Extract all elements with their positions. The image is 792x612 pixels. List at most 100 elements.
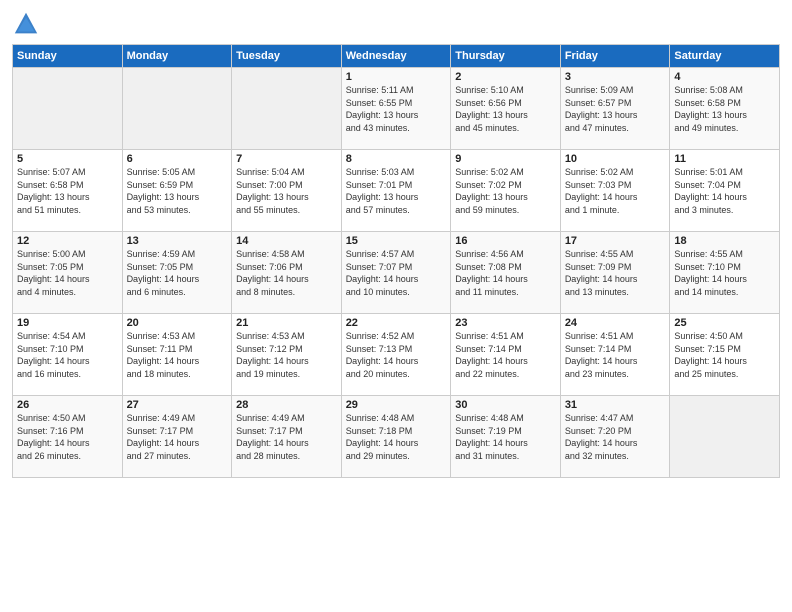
day-number: 3 xyxy=(565,71,666,83)
weekday-header-friday: Friday xyxy=(560,45,670,68)
day-number: 13 xyxy=(127,235,228,247)
day-info: Sunrise: 4:52 AM Sunset: 7:13 PM Dayligh… xyxy=(346,330,447,380)
day-info: Sunrise: 4:59 AM Sunset: 7:05 PM Dayligh… xyxy=(127,248,228,298)
day-number: 25 xyxy=(674,317,775,329)
logo xyxy=(12,10,44,38)
weekday-header-wednesday: Wednesday xyxy=(341,45,451,68)
day-number: 27 xyxy=(127,399,228,411)
calendar-cell: 23Sunrise: 4:51 AM Sunset: 7:14 PM Dayli… xyxy=(451,314,561,396)
calendar-body: 1Sunrise: 5:11 AM Sunset: 6:55 PM Daylig… xyxy=(13,68,780,478)
calendar-cell: 8Sunrise: 5:03 AM Sunset: 7:01 PM Daylig… xyxy=(341,150,451,232)
calendar-cell xyxy=(232,68,342,150)
calendar-cell: 22Sunrise: 4:52 AM Sunset: 7:13 PM Dayli… xyxy=(341,314,451,396)
calendar-cell: 4Sunrise: 5:08 AM Sunset: 6:58 PM Daylig… xyxy=(670,68,780,150)
day-number: 11 xyxy=(674,153,775,165)
day-info: Sunrise: 5:09 AM Sunset: 6:57 PM Dayligh… xyxy=(565,84,666,134)
day-number: 19 xyxy=(17,317,118,329)
day-number: 24 xyxy=(565,317,666,329)
day-info: Sunrise: 4:50 AM Sunset: 7:15 PM Dayligh… xyxy=(674,330,775,380)
calendar-cell: 6Sunrise: 5:05 AM Sunset: 6:59 PM Daylig… xyxy=(122,150,232,232)
week-row-3: 19Sunrise: 4:54 AM Sunset: 7:10 PM Dayli… xyxy=(13,314,780,396)
day-number: 30 xyxy=(455,399,556,411)
header xyxy=(12,10,780,38)
day-number: 16 xyxy=(455,235,556,247)
day-info: Sunrise: 5:07 AM Sunset: 6:58 PM Dayligh… xyxy=(17,166,118,216)
day-number: 6 xyxy=(127,153,228,165)
calendar-cell: 19Sunrise: 4:54 AM Sunset: 7:10 PM Dayli… xyxy=(13,314,123,396)
day-info: Sunrise: 4:51 AM Sunset: 7:14 PM Dayligh… xyxy=(565,330,666,380)
calendar-cell: 11Sunrise: 5:01 AM Sunset: 7:04 PM Dayli… xyxy=(670,150,780,232)
day-number: 15 xyxy=(346,235,447,247)
calendar-cell: 16Sunrise: 4:56 AM Sunset: 7:08 PM Dayli… xyxy=(451,232,561,314)
day-number: 12 xyxy=(17,235,118,247)
calendar-cell: 9Sunrise: 5:02 AM Sunset: 7:02 PM Daylig… xyxy=(451,150,561,232)
day-info: Sunrise: 4:48 AM Sunset: 7:19 PM Dayligh… xyxy=(455,412,556,462)
day-number: 29 xyxy=(346,399,447,411)
week-row-4: 26Sunrise: 4:50 AM Sunset: 7:16 PM Dayli… xyxy=(13,396,780,478)
day-number: 2 xyxy=(455,71,556,83)
calendar-cell: 21Sunrise: 4:53 AM Sunset: 7:12 PM Dayli… xyxy=(232,314,342,396)
calendar-cell: 28Sunrise: 4:49 AM Sunset: 7:17 PM Dayli… xyxy=(232,396,342,478)
calendar-cell: 18Sunrise: 4:55 AM Sunset: 7:10 PM Dayli… xyxy=(670,232,780,314)
calendar-header: SundayMondayTuesdayWednesdayThursdayFrid… xyxy=(13,45,780,68)
weekday-header-row: SundayMondayTuesdayWednesdayThursdayFrid… xyxy=(13,45,780,68)
weekday-header-tuesday: Tuesday xyxy=(232,45,342,68)
day-info: Sunrise: 4:49 AM Sunset: 7:17 PM Dayligh… xyxy=(127,412,228,462)
day-info: Sunrise: 4:57 AM Sunset: 7:07 PM Dayligh… xyxy=(346,248,447,298)
weekday-header-monday: Monday xyxy=(122,45,232,68)
day-info: Sunrise: 4:55 AM Sunset: 7:09 PM Dayligh… xyxy=(565,248,666,298)
calendar-cell: 5Sunrise: 5:07 AM Sunset: 6:58 PM Daylig… xyxy=(13,150,123,232)
day-number: 31 xyxy=(565,399,666,411)
day-info: Sunrise: 5:00 AM Sunset: 7:05 PM Dayligh… xyxy=(17,248,118,298)
day-number: 7 xyxy=(236,153,337,165)
calendar-cell: 2Sunrise: 5:10 AM Sunset: 6:56 PM Daylig… xyxy=(451,68,561,150)
calendar-cell: 3Sunrise: 5:09 AM Sunset: 6:57 PM Daylig… xyxy=(560,68,670,150)
day-info: Sunrise: 4:54 AM Sunset: 7:10 PM Dayligh… xyxy=(17,330,118,380)
weekday-header-saturday: Saturday xyxy=(670,45,780,68)
calendar-cell: 24Sunrise: 4:51 AM Sunset: 7:14 PM Dayli… xyxy=(560,314,670,396)
calendar-cell xyxy=(122,68,232,150)
day-info: Sunrise: 4:50 AM Sunset: 7:16 PM Dayligh… xyxy=(17,412,118,462)
calendar-cell: 12Sunrise: 5:00 AM Sunset: 7:05 PM Dayli… xyxy=(13,232,123,314)
day-info: Sunrise: 5:03 AM Sunset: 7:01 PM Dayligh… xyxy=(346,166,447,216)
weekday-header-thursday: Thursday xyxy=(451,45,561,68)
day-number: 17 xyxy=(565,235,666,247)
day-number: 4 xyxy=(674,71,775,83)
day-number: 28 xyxy=(236,399,337,411)
day-number: 9 xyxy=(455,153,556,165)
weekday-header-sunday: Sunday xyxy=(13,45,123,68)
week-row-1: 5Sunrise: 5:07 AM Sunset: 6:58 PM Daylig… xyxy=(13,150,780,232)
calendar-cell: 14Sunrise: 4:58 AM Sunset: 7:06 PM Dayli… xyxy=(232,232,342,314)
day-number: 22 xyxy=(346,317,447,329)
day-info: Sunrise: 5:02 AM Sunset: 7:02 PM Dayligh… xyxy=(455,166,556,216)
calendar-cell: 30Sunrise: 4:48 AM Sunset: 7:19 PM Dayli… xyxy=(451,396,561,478)
calendar-cell: 26Sunrise: 4:50 AM Sunset: 7:16 PM Dayli… xyxy=(13,396,123,478)
day-info: Sunrise: 4:53 AM Sunset: 7:12 PM Dayligh… xyxy=(236,330,337,380)
day-info: Sunrise: 4:56 AM Sunset: 7:08 PM Dayligh… xyxy=(455,248,556,298)
page-container: SundayMondayTuesdayWednesdayThursdayFrid… xyxy=(0,0,792,612)
day-info: Sunrise: 5:01 AM Sunset: 7:04 PM Dayligh… xyxy=(674,166,775,216)
day-number: 20 xyxy=(127,317,228,329)
day-number: 26 xyxy=(17,399,118,411)
week-row-2: 12Sunrise: 5:00 AM Sunset: 7:05 PM Dayli… xyxy=(13,232,780,314)
day-number: 5 xyxy=(17,153,118,165)
calendar-cell xyxy=(670,396,780,478)
day-info: Sunrise: 4:55 AM Sunset: 7:10 PM Dayligh… xyxy=(674,248,775,298)
day-info: Sunrise: 4:49 AM Sunset: 7:17 PM Dayligh… xyxy=(236,412,337,462)
calendar-cell: 1Sunrise: 5:11 AM Sunset: 6:55 PM Daylig… xyxy=(341,68,451,150)
logo-icon xyxy=(12,10,40,38)
day-info: Sunrise: 4:53 AM Sunset: 7:11 PM Dayligh… xyxy=(127,330,228,380)
day-number: 14 xyxy=(236,235,337,247)
day-info: Sunrise: 4:47 AM Sunset: 7:20 PM Dayligh… xyxy=(565,412,666,462)
day-info: Sunrise: 4:58 AM Sunset: 7:06 PM Dayligh… xyxy=(236,248,337,298)
day-info: Sunrise: 5:04 AM Sunset: 7:00 PM Dayligh… xyxy=(236,166,337,216)
calendar-cell: 15Sunrise: 4:57 AM Sunset: 7:07 PM Dayli… xyxy=(341,232,451,314)
calendar: SundayMondayTuesdayWednesdayThursdayFrid… xyxy=(12,44,780,478)
calendar-cell xyxy=(13,68,123,150)
day-number: 1 xyxy=(346,71,447,83)
calendar-cell: 7Sunrise: 5:04 AM Sunset: 7:00 PM Daylig… xyxy=(232,150,342,232)
calendar-cell: 17Sunrise: 4:55 AM Sunset: 7:09 PM Dayli… xyxy=(560,232,670,314)
day-info: Sunrise: 5:02 AM Sunset: 7:03 PM Dayligh… xyxy=(565,166,666,216)
day-info: Sunrise: 5:11 AM Sunset: 6:55 PM Dayligh… xyxy=(346,84,447,134)
calendar-cell: 27Sunrise: 4:49 AM Sunset: 7:17 PM Dayli… xyxy=(122,396,232,478)
